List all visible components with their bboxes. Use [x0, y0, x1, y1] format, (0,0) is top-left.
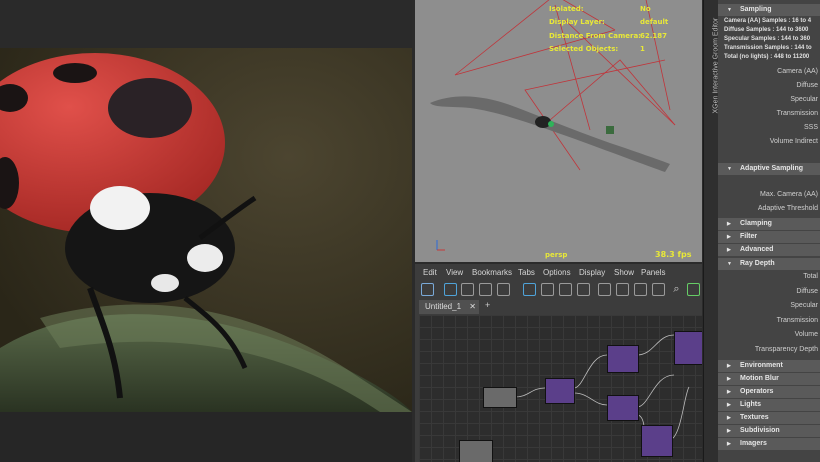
field-transparency-depth: Transparency Depth	[754, 346, 818, 353]
toggle-swatches-icon[interactable]	[687, 283, 700, 296]
stat-total: Total (no lights) : 448 to 11200	[724, 54, 810, 60]
node-grey-lower[interactable]	[459, 440, 493, 462]
perspective-viewport[interactable]: Isolated: No Display Layer: default Dist…	[415, 0, 702, 262]
section-motion-blur[interactable]: ▶ Motion Blur	[718, 373, 820, 385]
field-diffuse: Diffuse	[796, 82, 818, 89]
tab-label: Untitled_1	[425, 302, 462, 311]
node-graph-canvas[interactable]	[419, 315, 702, 462]
chevron-right-icon: ▶	[727, 389, 731, 395]
add-tab-button[interactable]: +	[485, 300, 490, 310]
menu-tabs[interactable]: Tabs	[518, 268, 535, 277]
node-editor-panel: Edit View Bookmarks Tabs Options Display…	[415, 264, 702, 462]
full-view-icon[interactable]	[634, 283, 647, 296]
graph-input-output-icon[interactable]	[421, 283, 434, 296]
field-ray-diffuse: Diffuse	[796, 288, 818, 295]
hud-label-isolated: Isolated:	[549, 5, 584, 13]
node-output[interactable]	[674, 331, 702, 365]
node-merge-a[interactable]	[545, 378, 575, 404]
chevron-down-icon: ▼	[727, 261, 732, 267]
hud-value-isolated: No	[640, 5, 651, 13]
chevron-right-icon: ▶	[727, 247, 731, 253]
hud-value-selected-objects: 1	[640, 45, 645, 53]
graph-upstream-icon[interactable]	[479, 283, 492, 296]
hud-label-distance: Distance From Camera:	[549, 32, 641, 40]
frame-selected-icon[interactable]	[461, 283, 474, 296]
section-adaptive-sampling[interactable]: ▼ Adaptive Sampling	[718, 163, 820, 175]
field-camera-aa: Camera (AA)	[777, 68, 818, 75]
field-adaptive-threshold: Adaptive Threshold	[757, 205, 818, 212]
section-lights[interactable]: ▶ Lights	[718, 399, 820, 411]
stat-specular: Specular Samples : 144 to 360	[724, 36, 811, 42]
stat-camera-aa: Camera (AA) Samples : 16 to 4	[724, 18, 812, 24]
align-icon[interactable]	[559, 283, 572, 296]
hud-label-selected-objects: Selected Objects:	[549, 45, 619, 53]
xgen-editor-side-tab[interactable]: XGen Interactive Groom Editor	[703, 0, 720, 462]
chevron-right-icon: ▶	[727, 441, 731, 447]
menu-show[interactable]: Show	[614, 268, 634, 277]
menu-bookmarks[interactable]: Bookmarks	[472, 268, 512, 277]
graph-downstream-icon[interactable]	[497, 283, 510, 296]
section-operators[interactable]: ▶ Operators	[718, 386, 820, 398]
swap-connections-icon[interactable]	[444, 283, 457, 296]
chevron-right-icon: ▶	[727, 402, 731, 408]
close-icon[interactable]: ✕	[469, 302, 476, 311]
node-merge-b[interactable]	[607, 345, 639, 373]
chevron-right-icon: ▶	[727, 376, 731, 382]
hud-value-distance: 62.187	[640, 32, 668, 40]
search-icon[interactable]: ⌕	[670, 283, 683, 296]
section-clamping[interactable]: ▶ Clamping	[718, 218, 820, 230]
render-settings-panel: ▼ Sampling Camera (AA) Samples : 16 to 4…	[718, 0, 820, 462]
hud-value-display-layer: default	[640, 18, 669, 26]
section-filter[interactable]: ▶ Filter	[718, 231, 820, 243]
stat-transmission: Transmission Samples : 144 to	[724, 45, 812, 51]
field-ray-volume: Volume	[794, 331, 818, 338]
node-merge-d[interactable]	[641, 425, 673, 457]
section-imagers[interactable]: ▶ Imagers	[718, 438, 820, 450]
field-transmission: Transmission	[776, 110, 818, 117]
stat-diffuse: Diffuse Samples : 144 to 3600	[724, 27, 809, 33]
field-max-camera-aa: Max. Camera (AA)	[760, 191, 818, 198]
ladybug-render-image	[0, 48, 412, 412]
grid-snap-icon[interactable]	[577, 283, 590, 296]
section-ray-depth[interactable]: ▼ Ray Depth	[718, 258, 820, 270]
field-sss: SSS	[803, 124, 818, 131]
chevron-right-icon: ▶	[727, 415, 731, 421]
field-specular: Specular	[790, 96, 818, 103]
render-view-statusbar	[0, 412, 412, 462]
chevron-down-icon: ▼	[727, 166, 732, 172]
chevron-right-icon: ▶	[727, 221, 731, 227]
chevron-right-icon: ▶	[727, 234, 731, 240]
hud-label-display-layer: Display Layer:	[549, 18, 605, 26]
section-sampling[interactable]: ▼ Sampling	[718, 4, 820, 16]
node-grey-input[interactable]	[483, 387, 517, 408]
node-merge-c[interactable]	[607, 395, 639, 421]
field-total: Total	[803, 273, 818, 280]
chevron-down-icon: ▼	[727, 7, 732, 13]
chevron-right-icon: ▶	[727, 363, 731, 369]
section-textures[interactable]: ▶ Textures	[718, 412, 820, 424]
section-subdivision[interactable]: ▶ Subdivision	[718, 425, 820, 437]
section-environment[interactable]: ▶ Environment	[718, 360, 820, 372]
menu-panels[interactable]: Panels	[641, 268, 665, 277]
field-volume-indirect: Volume Indirect	[769, 138, 818, 145]
menu-view[interactable]: View	[446, 268, 463, 277]
camera-name-label: persp	[545, 251, 568, 259]
fps-counter: 38.3 fps	[655, 250, 692, 259]
chevron-right-icon: ▶	[727, 428, 731, 434]
tab-untitled-1[interactable]: Untitled_1 ✕	[419, 300, 479, 314]
menu-options[interactable]: Options	[543, 268, 571, 277]
frame-all-icon[interactable]	[523, 283, 536, 296]
field-ray-specular: Specular	[790, 302, 818, 309]
render-view-toolbar	[0, 0, 412, 48]
menu-edit[interactable]: Edit	[423, 268, 437, 277]
simple-view-icon[interactable]	[598, 283, 611, 296]
field-ray-transmission: Transmission	[776, 317, 818, 324]
layout-icon[interactable]	[541, 283, 554, 296]
render-view	[0, 0, 412, 462]
menu-display[interactable]: Display	[579, 268, 605, 277]
section-advanced[interactable]: ▶ Advanced	[718, 244, 820, 256]
connected-view-icon[interactable]	[616, 283, 629, 296]
custom-view-icon[interactable]	[652, 283, 665, 296]
